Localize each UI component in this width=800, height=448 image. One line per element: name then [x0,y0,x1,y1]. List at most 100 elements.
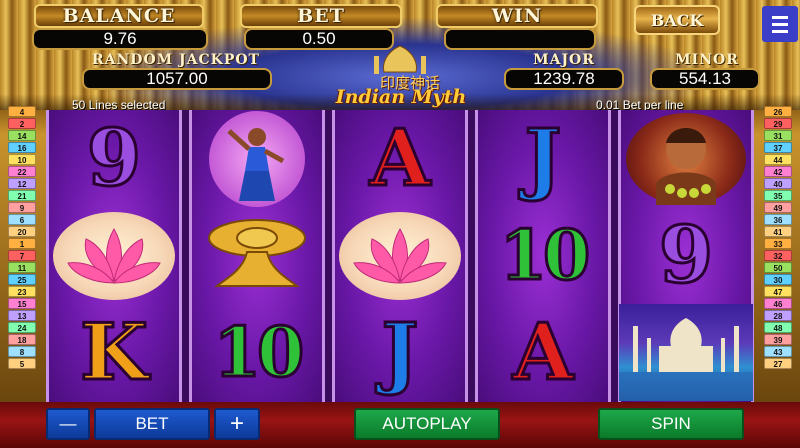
lotus-icon [339,211,461,300]
hamburger-menu-icon[interactable] [762,6,798,42]
payline-number: 13 [8,310,36,321]
payline-number: 29 [764,118,792,129]
balance-label: BALANCE [34,4,204,28]
symbol-a: A [368,112,432,204]
payline-number: 40 [764,178,792,189]
bet-button[interactable]: BET [94,408,210,440]
symbol-9: 9 [85,112,142,204]
taj-mahal-icon [619,304,753,401]
win-label: WIN [436,4,598,28]
payline-number: 36 [764,214,792,225]
payline-number: 42 [764,166,792,177]
payline-number: 50 [764,262,792,273]
payline-number: 24 [8,322,36,333]
reel-cell: J [478,110,608,207]
reel-cell: 9 [49,110,179,207]
bet-decrease-button[interactable]: — [46,408,90,440]
autoplay-button[interactable]: AUTOPLAY [354,408,500,440]
payline-number: 43 [764,346,792,357]
payline-number: 7 [8,250,36,261]
reel-cell: J [335,304,465,401]
reel-2: 10 [189,110,325,402]
lotus-icon [53,211,175,300]
payline-number: 10 [8,154,36,165]
symbol-10: 10 [498,215,592,296]
symbol-j: J [380,306,420,398]
symbol-10: 10 [212,312,306,393]
reel-3: AJ [332,110,468,402]
payline-number: 46 [764,298,792,309]
minor-label: MINOR [675,52,739,68]
reel-cell: A [478,304,608,401]
payline-number: 22 [8,166,36,177]
payline-number: 35 [764,190,792,201]
reel-cell [49,207,179,304]
payline-number: 48 [764,322,792,333]
payline-number: 8 [8,346,36,357]
reel-cell: A [335,110,465,207]
reel-cell [192,110,322,207]
reel-area: 9K 10 AJ J 10 A 9 [46,110,754,402]
payline-number: 26 [764,106,792,117]
payline-number: 27 [764,358,792,369]
payline-number: 20 [8,226,36,237]
payline-numbers-left: 4 2 14 16 10 22 12 21 9 6 20 1 7 11 25 23 15 13 24 18 8 5 [8,106,38,369]
payline-number: 25 [8,274,36,285]
payline-number: 1 [8,238,36,249]
dancer-icon [209,110,305,207]
reel-cell: 10 [192,304,322,401]
reel-5: 9 [618,110,754,402]
win-value [444,28,596,50]
symbol-j: J [523,112,563,204]
reel-cell: 9 [621,207,751,304]
reel-4: J 10 A [475,110,611,402]
payline-number: 39 [764,334,792,345]
payline-number: 47 [764,286,792,297]
balance-value: 9.76 [32,28,208,50]
bet-label: BET [240,4,402,28]
payline-numbers-right: 26 29 31 37 44 42 40 35 49 36 41 33 32 50 30 47 46 28 48 39… [764,106,794,369]
major-value: 1239.78 [504,68,624,90]
payline-number: 33 [764,238,792,249]
minor-value: 554.13 [650,68,760,90]
reel-cell [619,304,753,401]
payline-number: 23 [8,286,36,297]
payline-number: 15 [8,298,36,309]
cobra-icon [197,208,317,303]
symbol-a: A [511,306,575,398]
payline-number: 28 [764,310,792,321]
payline-number: 21 [8,190,36,201]
major-label: MAJOR [533,52,595,68]
payline-number: 2 [8,118,36,129]
reel-cell [192,207,322,304]
payline-number: 30 [764,274,792,285]
back-button[interactable]: BACK [634,5,720,35]
bet-increase-button[interactable]: + [214,408,260,440]
reel-cell: 10 [478,207,608,304]
payline-number: 9 [8,202,36,213]
payline-number: 11 [8,262,36,273]
symbol-9: 9 [657,209,714,301]
spin-button[interactable]: SPIN [598,408,744,440]
payline-number: 12 [8,178,36,189]
random-jackpot-value: 1057.00 [82,68,272,90]
payline-number: 4 [8,106,36,117]
reel-cell [335,207,465,304]
payline-number: 41 [764,226,792,237]
warrior-icon [626,112,746,205]
symbol-k: K [79,306,150,398]
random-jackpot-label: RANDOM JACKPOT [92,52,260,68]
payline-number: 32 [764,250,792,261]
reel-cell: K [49,304,179,401]
payline-number: 31 [764,130,792,141]
payline-number: 37 [764,142,792,153]
payline-number: 5 [8,358,36,369]
payline-number: 16 [8,142,36,153]
payline-number: 49 [764,202,792,213]
palace-dome-icon [374,45,426,74]
payline-number: 14 [8,130,36,141]
payline-number: 6 [8,214,36,225]
reel-cell [621,110,751,207]
payline-number: 44 [764,154,792,165]
reel-1: 9K [46,110,182,402]
